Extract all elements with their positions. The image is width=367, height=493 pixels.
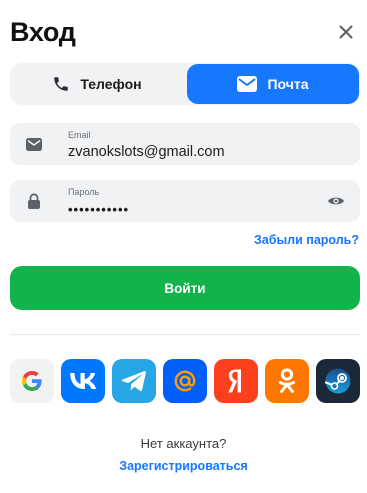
telegram-icon [121, 370, 146, 392]
close-button[interactable] [334, 20, 358, 44]
ok-icon [279, 368, 295, 393]
google-icon [22, 371, 42, 391]
divider [10, 334, 360, 335]
login-method-tabs: Телефон Почта [10, 63, 360, 105]
register-link[interactable]: Зарегистрироваться [0, 459, 367, 473]
tab-mail-label: Почта [267, 76, 309, 92]
social-login-row [10, 359, 360, 403]
tab-phone[interactable]: Телефон [10, 64, 184, 104]
odnoklassniki-button[interactable] [265, 359, 309, 403]
tab-mail[interactable]: Почта [187, 64, 359, 104]
mail-ru-button[interactable] [163, 359, 207, 403]
page-title: Вход [10, 17, 76, 47]
at-icon [174, 370, 196, 392]
login-button[interactable]: Войти [10, 266, 360, 310]
password-input[interactable]: ••••••••••• [68, 201, 308, 219]
mail-icon [237, 76, 258, 92]
password-field[interactable]: Пароль ••••••••••• [10, 180, 360, 222]
login-header: Вход [10, 14, 360, 50]
phone-icon [52, 75, 70, 93]
yandex-button[interactable] [214, 359, 258, 403]
mail-icon [25, 136, 43, 152]
yandex-icon [228, 369, 241, 393]
email-field[interactable]: Email zvanokslots@gmail.com [10, 123, 360, 165]
forgot-password-link[interactable]: Забыли пароль? [254, 233, 359, 247]
vk-icon [70, 373, 96, 389]
no-account-text: Нет аккаунта? [140, 436, 227, 451]
email-label: Email [68, 130, 91, 140]
password-label: Пароль [68, 187, 100, 197]
telegram-button[interactable] [112, 359, 156, 403]
close-icon [339, 25, 353, 39]
tab-phone-label: Телефон [80, 76, 142, 92]
eye-icon[interactable] [326, 193, 346, 209]
steam-button[interactable] [316, 359, 360, 403]
lock-icon [25, 193, 43, 209]
email-input[interactable]: zvanokslots@gmail.com [68, 143, 308, 161]
vk-button[interactable] [61, 359, 105, 403]
google-button[interactable] [10, 359, 54, 403]
steam-icon [324, 368, 351, 394]
